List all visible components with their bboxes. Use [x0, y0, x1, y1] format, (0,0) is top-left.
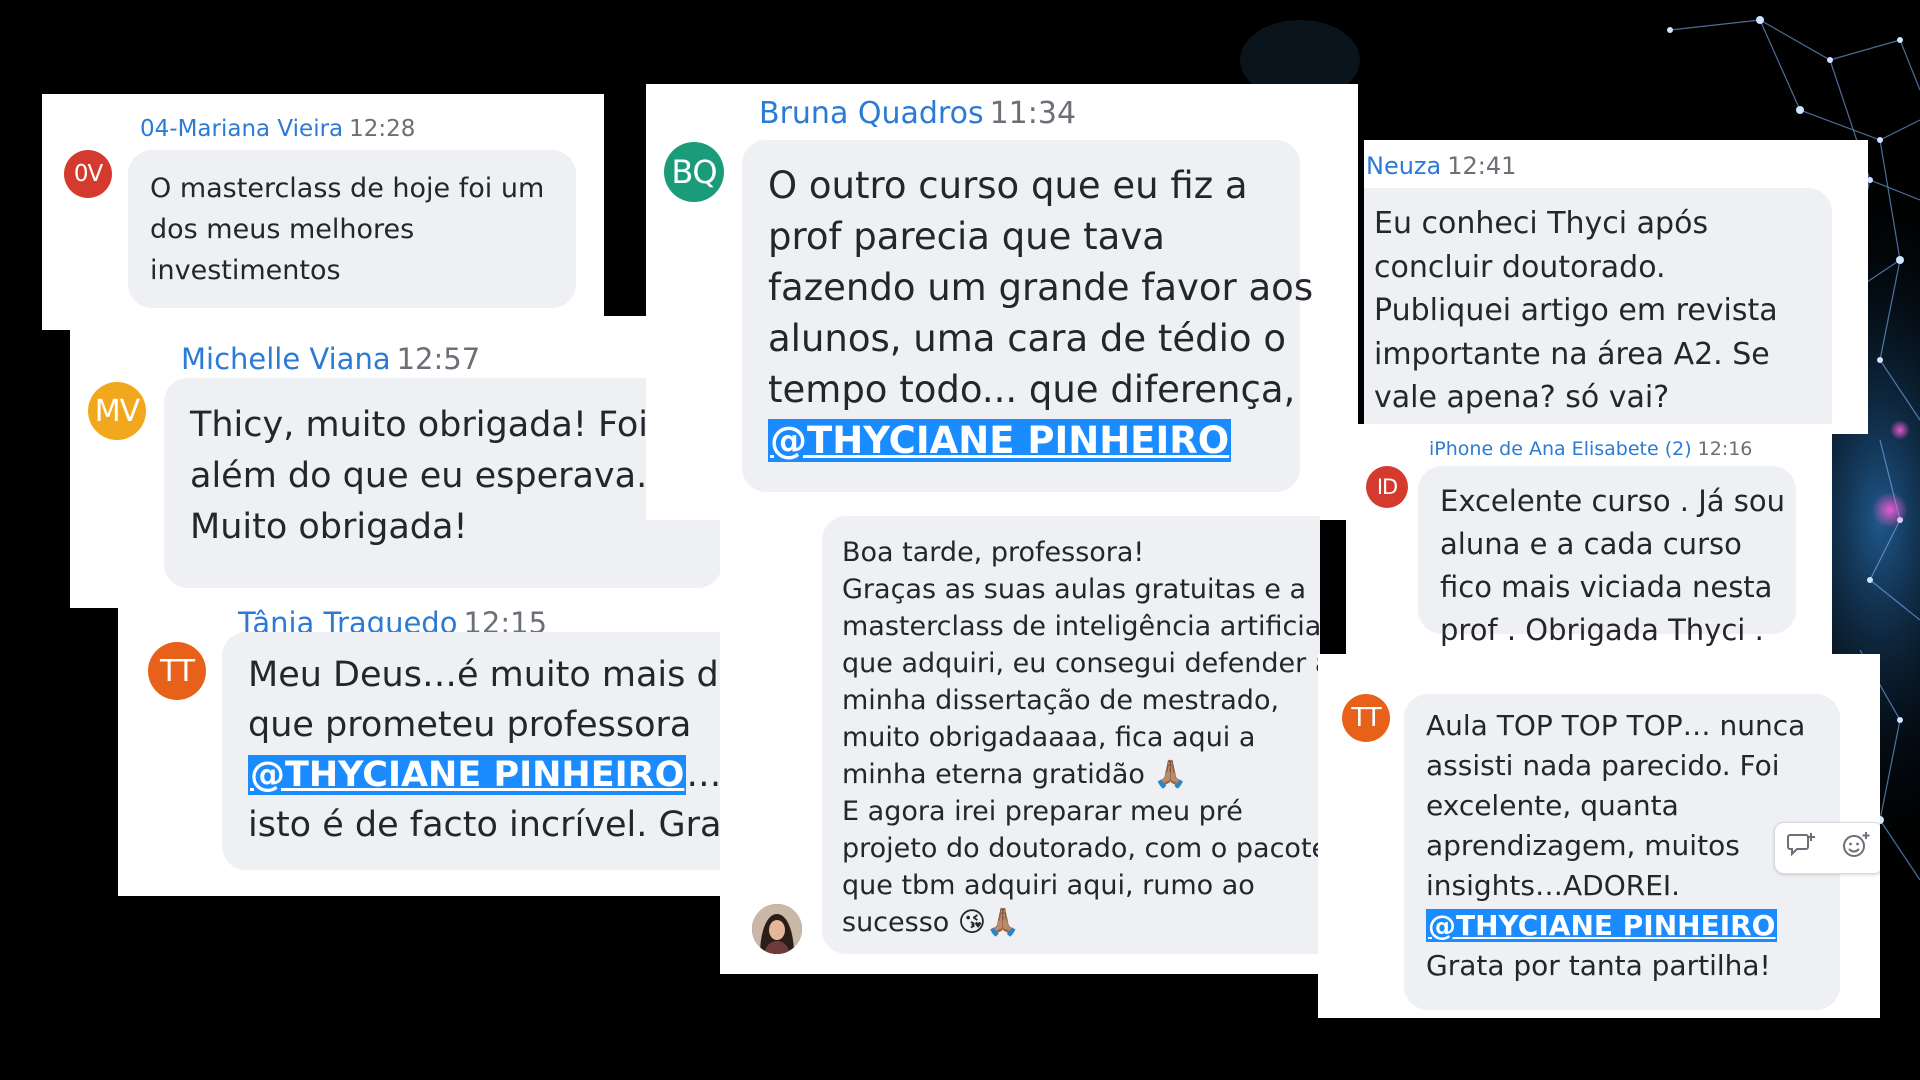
message-line: minha eterna gratidão 🙏🏽 — [842, 759, 1188, 790]
message-line: Boa tarde, professora! — [842, 537, 1145, 568]
avatar[interactable]: TT — [1342, 694, 1390, 742]
sender-name[interactable]: 04-Mariana Vieira — [140, 116, 343, 142]
message-time: 12:41 — [1447, 152, 1517, 180]
message-line: tempo todo... que diferença, — [768, 368, 1296, 411]
sender-name[interactable]: iPhone de Ana Elisabete (2) — [1429, 438, 1692, 460]
profile-photo-avatar[interactable] — [752, 904, 802, 954]
sender-header: Neuza 12:41 — [1366, 152, 1516, 180]
avatar[interactable]: TT — [148, 642, 206, 700]
message-line: @THYCIANE PINHEIRO — [1426, 906, 1818, 946]
message-line: aluna e a cada curso — [1440, 527, 1742, 561]
message-line: insights…ADOREI. — [1426, 869, 1681, 902]
message-line: projeto do doutorado, com o pacote — [842, 833, 1320, 864]
message-line: aprendizagem, muitos — [1426, 829, 1740, 862]
message-line: que tbm adquiri aqui, rumo ao — [842, 870, 1255, 901]
message-bubble: Boa tarde, professora! Graças as suas au… — [822, 516, 1320, 954]
sender-name[interactable]: Bruna Quadros — [759, 96, 984, 131]
message-line: investimentos — [150, 255, 341, 286]
message-line: alunos, uma cara de tédio o — [768, 317, 1286, 360]
message-line: Aula TOP TOP TOP… nunca — [1426, 709, 1806, 742]
message-card: Boa tarde, professora! Graças as suas au… — [720, 500, 1320, 974]
message-line: masterclass de inteligência artificial — [842, 611, 1320, 642]
message-line: Publiquei artigo em revista — [1374, 293, 1778, 328]
message-line: Meu Deus…é muito mais do — [248, 655, 741, 695]
message-line: que adquiri, eu consegui defender a — [842, 648, 1320, 679]
message-line: fazendo um grande favor aos — [768, 266, 1314, 309]
message-line: prof . Obrigada Thyci . — [1440, 613, 1764, 647]
message-bubble: Thicy, muito obrigada! Foi além do que e… — [164, 378, 722, 588]
message-line: concluir doutorado. — [1374, 249, 1666, 285]
message-line: E agora irei preparar meu pré — [842, 796, 1243, 827]
message-line: dos meus melhores — [150, 214, 415, 245]
mention-suffix: … — [686, 755, 722, 795]
message-line: Graças as suas aulas gratuitas e a — [842, 574, 1307, 605]
message-line: além do que eu esperava. — [190, 456, 648, 496]
sender-header: Michelle Viana 12:57 — [181, 342, 480, 376]
message-line: Excelente curso . Já sou — [1440, 484, 1785, 518]
message-line: Muito obrigada! — [190, 507, 468, 547]
avatar[interactable]: MV — [88, 382, 146, 440]
message-line: fico mais viciada nesta — [1440, 570, 1773, 604]
message-line: Grata por tanta partilha! — [1426, 949, 1771, 982]
message-line: isto é de facto incrível. Grata — [248, 805, 757, 845]
message-line: @THYCIANE PINHEIRO — [768, 415, 1274, 466]
comment-add-icon[interactable] — [1787, 831, 1817, 866]
message-line: O outro curso que eu fiz a — [768, 164, 1248, 207]
message-card: 04-Mariana Vieira 12:28 0V O masterclass … — [42, 94, 604, 330]
message-line: Eu conheci Thyci após — [1374, 206, 1709, 241]
avatar[interactable]: ID — [1366, 466, 1408, 508]
message-time: 12:28 — [349, 116, 416, 142]
message-card: Neuza 12:41 Eu conheci Thyci após conclui… — [1364, 140, 1868, 434]
message-line: O masterclass de hoje foi um — [150, 173, 545, 204]
message-line: prof parecia que tava — [768, 215, 1165, 258]
message-line: importante na área A2. Se — [1374, 336, 1770, 372]
message-bubble: O masterclass de hoje foi um dos meus me… — [128, 150, 576, 308]
mention-link[interactable]: @THYCIANE PINHEIRO — [768, 419, 1232, 462]
emoji-add-icon[interactable] — [1841, 831, 1871, 866]
message-line: sucesso 😘🙏🏽 — [842, 907, 1020, 938]
message-time: 11:34 — [989, 96, 1077, 131]
mention-link[interactable]: @THYCIANE PINHEIRO — [248, 755, 687, 795]
reaction-toolbar — [1774, 822, 1880, 874]
message-time: 12:16 — [1697, 438, 1753, 460]
avatar[interactable]: BQ — [664, 142, 724, 202]
mention-link[interactable]: @THYCIANE PINHEIRO — [1426, 909, 1778, 942]
message-card: Tânia Traguedo 12:15 TT Meu Deus…é muito … — [118, 592, 778, 896]
message-line: excelente, quanta — [1426, 789, 1679, 822]
message-bubble: Meu Deus…é muito mais do que prometeu pr… — [222, 632, 768, 870]
message-bubble: O outro curso que eu fiz a prof parecia … — [742, 140, 1314, 492]
sender-name[interactable]: Neuza — [1366, 152, 1441, 180]
sender-name[interactable]: Michelle Viana — [181, 342, 391, 376]
avatar[interactable]: 0V — [64, 150, 112, 198]
message-line: minha dissertação de mestrado, — [842, 685, 1280, 716]
sender-header: 04-Mariana Vieira 12:28 — [140, 116, 415, 142]
message-card: iPhone de Ana Elisabete (2) 12:16 ID Exce… — [1346, 424, 1832, 654]
message-line: que prometeu professora — [248, 705, 692, 745]
message-bubble: Eu conheci Thyci após concluir doutorado… — [1364, 188, 1832, 434]
sender-header: iPhone de Ana Elisabete (2) 12:16 — [1429, 438, 1752, 460]
message-line: Thicy, muito obrigada! Foi — [190, 405, 649, 445]
message-line: muito obrigadaaaa, fica aqui a — [842, 722, 1256, 753]
message-bubble: Excelente curso . Já sou aluna e a cada … — [1418, 466, 1796, 647]
message-card: TT Aula TOP TOP TOP… nunca assisti nada … — [1318, 654, 1880, 1018]
message-card: Michelle Viana 12:57 MV Thicy, muito obri… — [70, 316, 722, 608]
sender-header: Bruna Quadros 11:34 — [759, 96, 1076, 131]
profile-photo-icon — [752, 904, 802, 954]
message-line: vale apena? só vai? — [1374, 380, 1670, 415]
message-card: Bruna Quadros 11:34 BQ O outro curso que … — [646, 84, 1358, 520]
message-time: 12:57 — [396, 342, 481, 376]
message-line: @THYCIANE PINHEIRO… — [248, 750, 742, 800]
message-line: assisti nada parecido. Foi — [1426, 749, 1780, 782]
